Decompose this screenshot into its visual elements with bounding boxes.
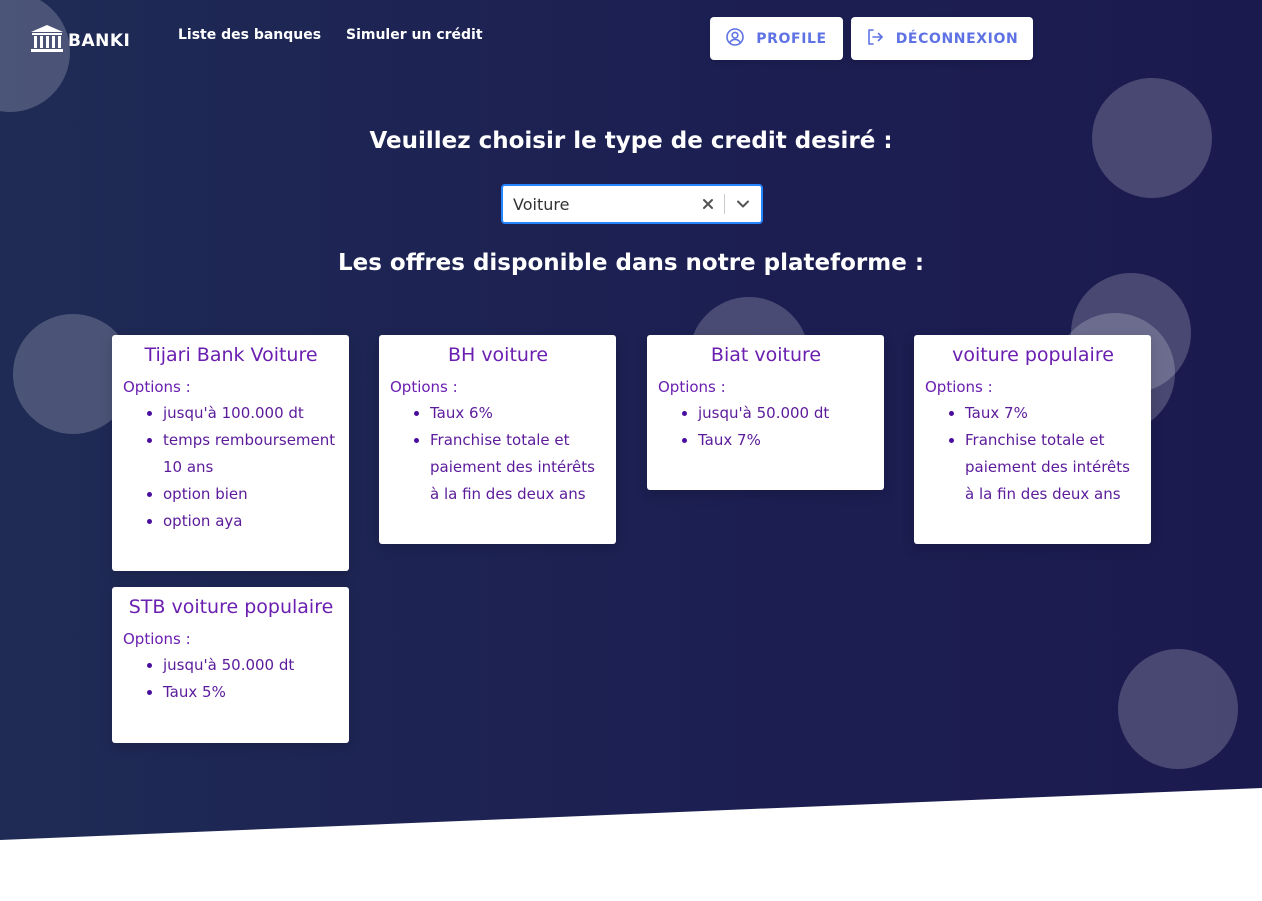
offer-option: Taux 6% — [430, 400, 606, 427]
offer-title: STB voiture populaire — [128, 596, 334, 618]
credit-type-select[interactable]: Voiture — [501, 184, 763, 224]
offer-card[interactable]: Tijari Bank Voiture Options : jusqu'à 10… — [112, 335, 349, 571]
clear-icon[interactable] — [692, 198, 724, 210]
decorative-circle — [1118, 649, 1238, 769]
offer-option: temps remboursement 10 ans — [163, 427, 339, 481]
offer-options-label: Options : — [123, 378, 191, 396]
brand-name: BANKI — [68, 31, 131, 51]
credit-type-heading: Veuillez choisir le type de credit desir… — [369, 128, 893, 154]
offer-options-label: Options : — [123, 630, 191, 648]
offer-options-list: Taux 6% Franchise totale et paiement des… — [390, 400, 606, 508]
offer-option: Franchise totale et paiement des intérêt… — [430, 427, 606, 508]
profile-button[interactable]: PROFILE — [710, 17, 843, 60]
offer-options-list: jusqu'à 100.000 dt temps remboursement 1… — [123, 400, 339, 535]
offer-title: Tijari Bank Voiture — [144, 344, 318, 366]
logout-button[interactable]: DÉCONNEXION — [851, 17, 1033, 60]
offer-option: Taux 7% — [698, 427, 874, 454]
profile-button-label: PROFILE — [756, 30, 827, 47]
logout-button-label: DÉCONNEXION — [895, 30, 1019, 47]
offer-card[interactable]: BH voiture Options : Taux 6% Franchise t… — [379, 335, 616, 544]
offer-option: jusqu'à 50.000 dt — [698, 400, 874, 427]
offer-options-list: jusqu'à 50.000 dt Taux 7% — [658, 400, 874, 454]
credit-type-select-value[interactable]: Voiture — [503, 195, 692, 214]
offer-title: voiture populaire — [952, 344, 1114, 366]
user-circle-icon — [726, 27, 745, 50]
offer-options-list: jusqu'à 50.000 dt Taux 5% — [123, 652, 339, 706]
offer-card[interactable]: STB voiture populaire Options : jusqu'à … — [112, 587, 349, 743]
offer-option: Taux 7% — [965, 400, 1141, 427]
nav-banks-list-link[interactable]: Liste des banques — [178, 27, 321, 43]
offer-option: jusqu'à 50.000 dt — [163, 652, 339, 679]
offer-card[interactable]: Biat voiture Options : jusqu'à 50.000 dt… — [647, 335, 884, 490]
bank-logo-icon — [30, 24, 64, 58]
offer-option: option bien — [163, 481, 339, 508]
offer-options-label: Options : — [925, 378, 993, 396]
logout-icon — [866, 28, 884, 50]
nav-simulate-credit-link[interactable]: Simuler un crédit — [346, 27, 483, 43]
offers-heading: Les offres disponible dans notre platefo… — [337, 250, 925, 276]
brand-logo[interactable]: BANKI — [30, 24, 130, 58]
offer-options-list: Taux 7% Franchise totale et paiement des… — [925, 400, 1141, 508]
offer-option: Franchise totale et paiement des intérêt… — [965, 427, 1141, 508]
offer-option: option aya — [163, 508, 339, 535]
offer-option: Taux 5% — [163, 679, 339, 706]
offer-card[interactable]: voiture populaire Options : Taux 7% Fran… — [914, 335, 1151, 544]
offer-option: jusqu'à 100.000 dt — [163, 400, 339, 427]
chevron-down-icon[interactable] — [725, 199, 761, 209]
offer-title: Biat voiture — [710, 344, 822, 366]
offer-options-label: Options : — [390, 378, 458, 396]
offer-title: BH voiture — [447, 344, 549, 366]
offer-options-label: Options : — [658, 378, 726, 396]
